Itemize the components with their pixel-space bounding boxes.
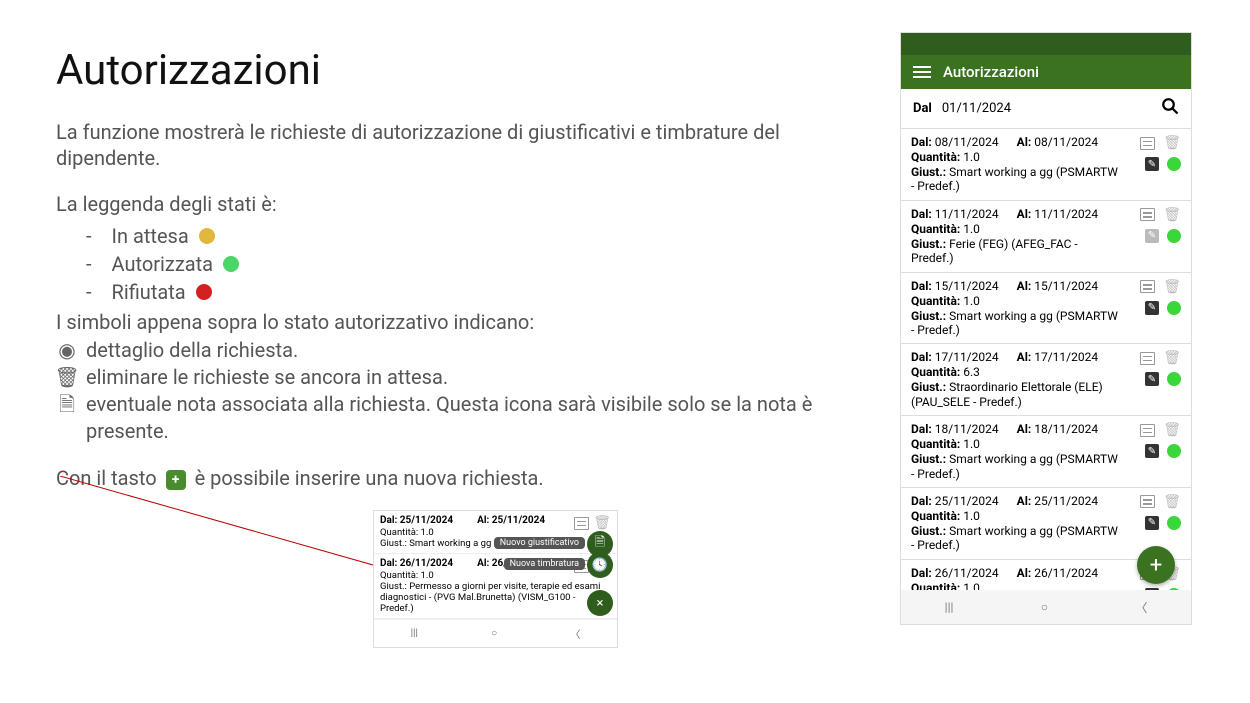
nav-recent-icon[interactable]: ||| (945, 600, 954, 614)
nav-home-icon[interactable]: ○ (1041, 600, 1048, 614)
fab-timbratura-icon[interactable]: 🕓 (587, 552, 613, 578)
detail-icon[interactable] (1140, 352, 1155, 365)
status-dot-approved-icon (1167, 516, 1181, 530)
trash-icon[interactable]: 🗑 (1163, 279, 1181, 295)
trash-icon: 🗑 (56, 364, 78, 391)
trash-icon[interactable]: 🗑 (1163, 494, 1181, 510)
hamburger-icon[interactable] (913, 66, 931, 78)
page-title: Autorizzazioni (56, 46, 876, 95)
edit-icon[interactable]: ✎ (1145, 372, 1159, 386)
plus-text-pre: Con il tasto (56, 466, 157, 490)
edit-icon[interactable]: ✎ (1145, 301, 1159, 315)
detail-icon: ◉ (56, 337, 78, 364)
filter-date-input[interactable]: 01/11/2024 (942, 101, 1151, 116)
detail-icon[interactable] (1140, 495, 1155, 508)
fab-add-button[interactable]: + (1137, 546, 1175, 584)
status-dot-rejected-icon (196, 284, 212, 300)
search-icon[interactable] (1161, 97, 1179, 120)
trash-icon[interactable]: 🗑 (1163, 350, 1181, 366)
legend-rejected: Rifiutata (86, 279, 876, 305)
legend-pending: In attesa (86, 223, 876, 249)
legend-intro: La leggenda degli stati è: (56, 192, 277, 216)
detail-icon[interactable] (1140, 208, 1155, 221)
plus-text-post: è possibile inserire una nuova richiesta… (195, 466, 544, 490)
mini-dal-1: Dal: 25/11/2024 (380, 515, 453, 526)
detail-icon[interactable] (1140, 137, 1155, 150)
mini-g-2: Giust.: Permesso a giorni per visite, te… (380, 581, 611, 614)
status-dot-approved-icon (1167, 301, 1181, 315)
tooltip-timbratura: Nuova timbratura (504, 558, 585, 570)
symbols-intro: I simboli appena sopra lo stato autorizz… (56, 309, 876, 335)
edit-icon[interactable]: ✎ (1145, 444, 1159, 458)
nav-back-icon[interactable]: 〈 (1135, 599, 1147, 616)
status-dot-approved-icon (1167, 372, 1181, 386)
trash-icon[interactable]: 🗑 (1163, 135, 1181, 151)
note-icon: 🗎 (56, 391, 78, 418)
phone-app-title: Autorizzazioni (943, 63, 1039, 81)
filter-label: Dal (913, 101, 932, 116)
trash-icon: 🗑 (593, 515, 611, 531)
mini-phone-screenshot: Dal: 25/11/2024 Al: 25/11/2024 Quantità:… (373, 510, 618, 648)
trash-icon[interactable]: 🗑 (1163, 422, 1181, 438)
sym-delete-text: eliminare le richieste se ancora in atte… (86, 364, 448, 391)
nav-recent-icon[interactable]: ||| (411, 628, 418, 639)
edit-icon[interactable]: ✎ (1145, 157, 1159, 171)
plus-icon: + (166, 470, 186, 490)
edit-icon[interactable]: ✎ (1145, 229, 1159, 243)
detail-icon[interactable] (1140, 280, 1155, 293)
phone-mockup: Autorizzazioni Dal 01/11/2024 Dal: 08/11… (900, 32, 1192, 625)
request-row[interactable]: Dal: 11/11/2024Al: 11/11/2024Quantità: 1… (901, 201, 1191, 273)
sym-note-text: eventuale nota associata alla richiesta.… (86, 391, 866, 445)
legend-approved: Autorizzata (86, 251, 876, 277)
nav-back-icon[interactable]: 〈 (570, 626, 580, 641)
list-icon (574, 517, 589, 530)
edit-icon[interactable]: ✎ (1145, 516, 1159, 530)
detail-icon[interactable] (1140, 424, 1155, 437)
status-dot-approved-icon (1167, 229, 1181, 243)
trash-icon[interactable]: 🗑 (1163, 207, 1181, 223)
mini-al-1: Al: 25/11/2024 (477, 515, 545, 526)
request-row[interactable]: Dal: 08/11/2024Al: 08/11/2024Quantità: 1… (901, 129, 1191, 201)
tooltip-giustificativo: Nuovo giustificativo (494, 537, 585, 549)
status-dot-approved-icon (1167, 444, 1181, 458)
status-dot-pending-icon (199, 228, 215, 244)
request-row[interactable]: Dal: 17/11/2024Al: 17/11/2024Quantità: 6… (901, 344, 1191, 416)
status-dot-approved-icon (1167, 157, 1181, 171)
request-row[interactable]: Dal: 15/11/2024Al: 15/11/2024Quantità: 1… (901, 273, 1191, 345)
mini-dal-2: Dal: 26/11/2024 (380, 558, 453, 569)
intro-paragraph: La funzione mostrerà le richieste di aut… (56, 119, 876, 171)
nav-home-icon[interactable]: ○ (491, 628, 497, 639)
fab-close-icon[interactable]: × (587, 590, 613, 616)
request-row[interactable]: Dal: 18/11/2024Al: 18/11/2024Quantità: 1… (901, 416, 1191, 488)
sym-detail-text: dettaglio della richiesta. (86, 337, 298, 364)
status-dot-approved-icon (223, 256, 239, 272)
phone-statusbar (901, 33, 1191, 55)
